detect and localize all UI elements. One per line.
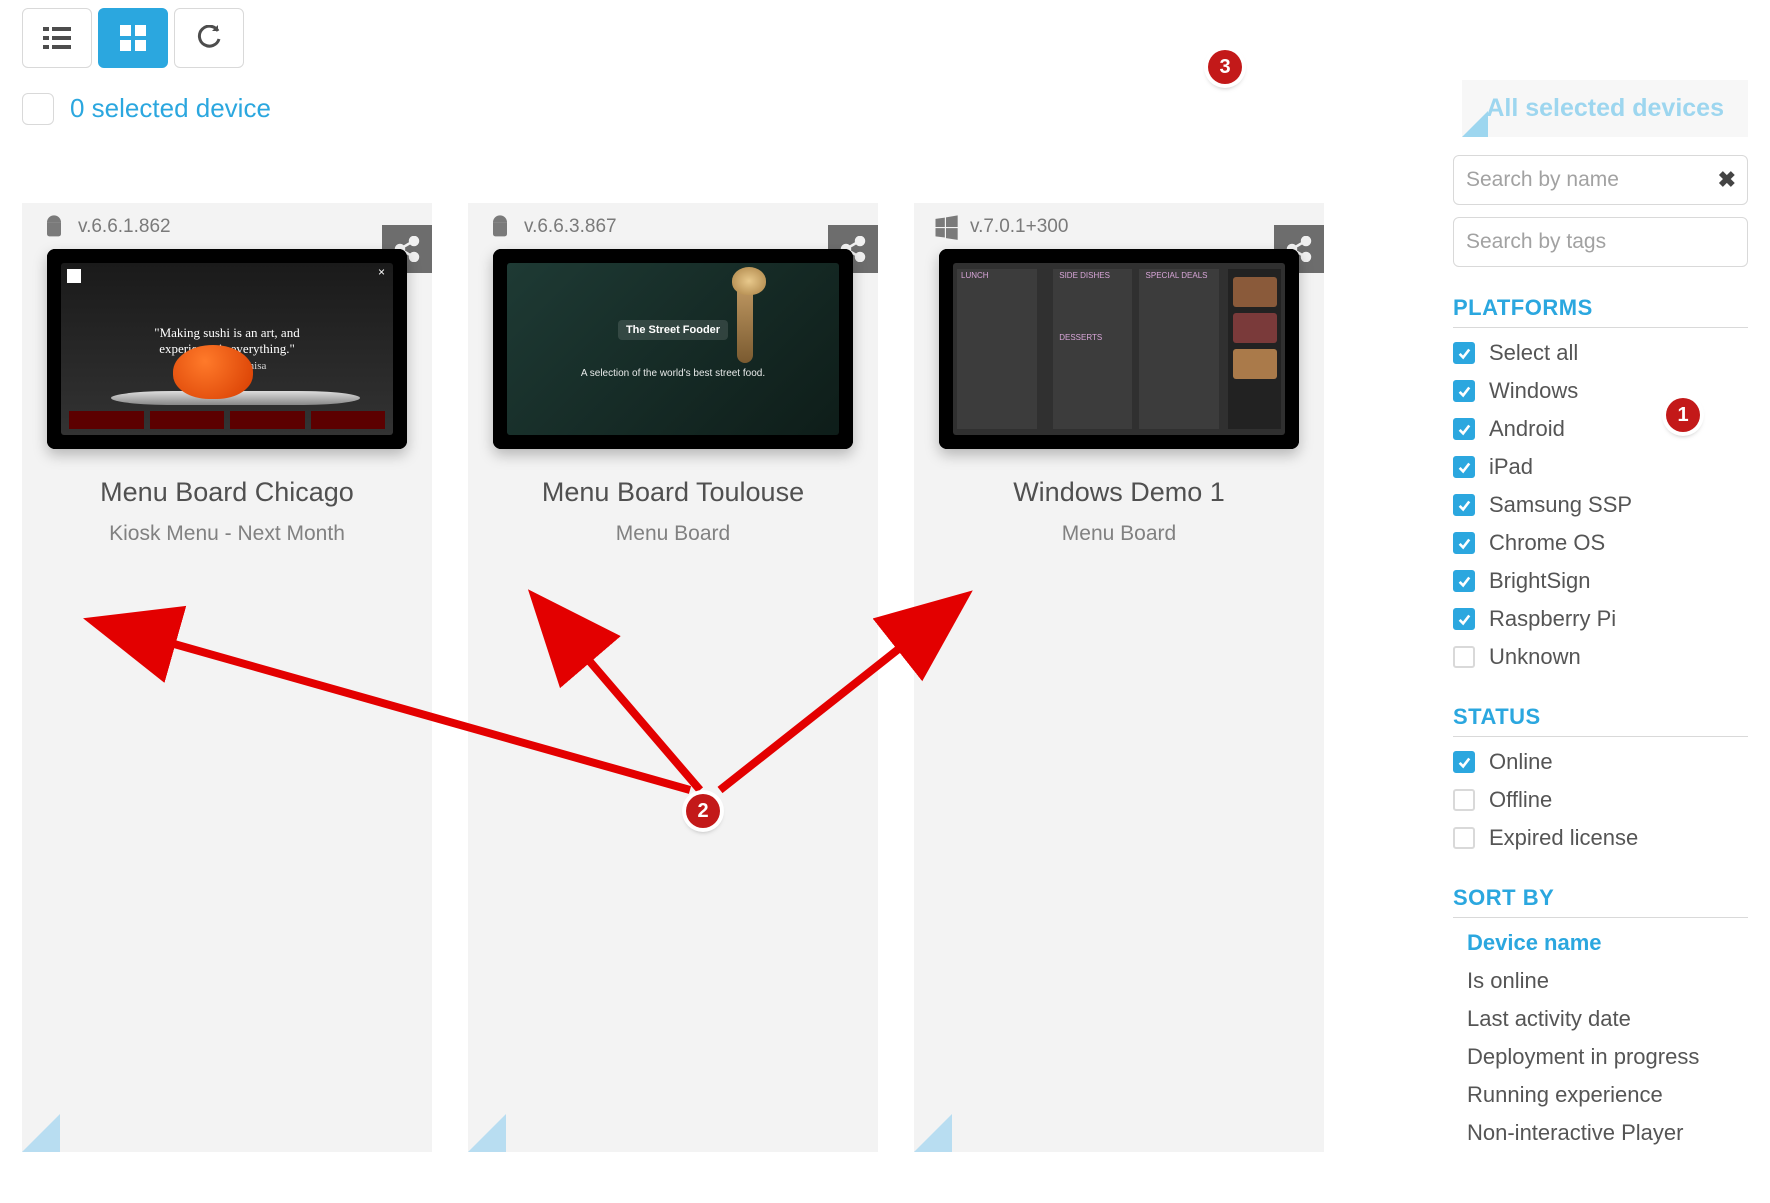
grid-view-button[interactable] — [98, 8, 168, 68]
platform-row[interactable]: Unknown — [1453, 638, 1748, 676]
platform-row[interactable]: Chrome OS — [1453, 524, 1748, 562]
platform-row[interactable]: Samsung SSP — [1453, 486, 1748, 524]
platforms-heading: PLATFORMS — [1453, 295, 1748, 328]
platform-label: Raspberry Pi — [1489, 606, 1616, 632]
status-row[interactable]: Expired license — [1453, 819, 1748, 857]
device-title: Menu Board Chicago — [22, 477, 432, 508]
device-card[interactable]: v.6.6.1.862 × "Making sushi is an art, a… — [22, 203, 432, 1152]
platform-row[interactable]: Windows — [1453, 372, 1748, 410]
all-selected-label: All selected devices — [1486, 94, 1724, 122]
status-label: Offline — [1489, 787, 1552, 813]
refresh-button[interactable] — [174, 8, 244, 68]
checkbox[interactable] — [1453, 380, 1475, 402]
device-card[interactable]: v.7.0.1+300 LUNCH SIDE DISHES SPECIAL DE… — [914, 203, 1324, 1152]
checkbox[interactable] — [1453, 456, 1475, 478]
platform-label: iPad — [1489, 454, 1533, 480]
checkbox[interactable] — [1453, 608, 1475, 630]
clear-search-icon[interactable]: ✖ — [1718, 167, 1736, 193]
sort-option[interactable]: Last activity date — [1453, 1000, 1748, 1038]
device-cards: v.6.6.1.862 × "Making sushi is an art, a… — [22, 155, 1403, 1152]
platform-label: Select all — [1489, 340, 1578, 366]
status-label: Expired license — [1489, 825, 1638, 851]
grid-icon — [120, 25, 146, 51]
sort-option[interactable]: Device name — [1453, 924, 1748, 962]
refresh-icon — [196, 25, 222, 51]
checkbox[interactable] — [1453, 751, 1475, 773]
platform-row[interactable]: Raspberry Pi — [1453, 600, 1748, 638]
platform-row[interactable]: BrightSign — [1453, 562, 1748, 600]
platform-label: Unknown — [1489, 644, 1581, 670]
checkbox[interactable] — [1453, 646, 1475, 668]
selected-count-label: 0 selected device — [70, 93, 271, 124]
sort-option[interactable]: Is online — [1453, 962, 1748, 1000]
platform-label: Chrome OS — [1489, 530, 1605, 556]
search-name-input[interactable] — [1453, 155, 1748, 205]
device-title: Windows Demo 1 — [914, 477, 1324, 508]
device-thumbnail: × "Making sushi is an art, and experienc… — [47, 249, 407, 449]
device-subtitle: Kiosk Menu - Next Month — [22, 522, 432, 546]
status-row[interactable]: Offline — [1453, 781, 1748, 819]
checkbox[interactable] — [1453, 827, 1475, 849]
windows-icon — [932, 213, 960, 241]
device-version: v.7.0.1+300 — [970, 216, 1068, 238]
platform-row[interactable]: Android — [1453, 410, 1748, 448]
all-selected-devices-button[interactable]: All selected devices — [1462, 80, 1748, 137]
checkbox[interactable] — [1453, 342, 1475, 364]
checkbox[interactable] — [1453, 789, 1475, 811]
checkbox[interactable] — [1453, 418, 1475, 440]
platform-label: Samsung SSP — [1489, 492, 1632, 518]
checkbox[interactable] — [1453, 532, 1475, 554]
status-row[interactable]: Online — [1453, 743, 1748, 781]
sort-option[interactable]: Running experience — [1453, 1076, 1748, 1114]
filters-sidebar: ✖ PLATFORMS Select all Windows Android iPad… — [1453, 155, 1748, 1152]
platform-label: BrightSign — [1489, 568, 1591, 594]
status-heading: STATUS — [1453, 704, 1748, 737]
sort-option[interactable]: Non-interactive Player — [1453, 1114, 1748, 1152]
platform-row[interactable]: Select all — [1453, 334, 1748, 372]
platform-label: Windows — [1489, 378, 1578, 404]
platform-row[interactable]: iPad — [1453, 448, 1748, 486]
list-icon — [43, 27, 71, 49]
checkbox[interactable] — [1453, 570, 1475, 592]
device-subtitle: Menu Board — [914, 522, 1324, 546]
android-icon — [486, 213, 514, 241]
sort-option[interactable]: Deployment in progress — [1453, 1038, 1748, 1076]
device-title: Menu Board Toulouse — [468, 477, 878, 508]
list-view-button[interactable] — [22, 8, 92, 68]
device-thumbnail: LUNCH SIDE DISHES SPECIAL DEALS DESSERTS — [939, 249, 1299, 449]
checkbox[interactable] — [1453, 494, 1475, 516]
device-version: v.6.6.1.862 — [78, 216, 171, 238]
device-card[interactable]: v.6.6.3.867 The Street Fooder A selectio… — [468, 203, 878, 1152]
platform-label: Android — [1489, 416, 1565, 442]
view-toolbar — [22, 8, 1748, 68]
select-all-checkbox[interactable] — [22, 93, 54, 125]
status-label: Online — [1489, 749, 1553, 775]
search-tags-input[interactable] — [1453, 217, 1748, 267]
device-subtitle: Menu Board — [468, 522, 878, 546]
device-thumbnail: The Street Fooder A selection of the wor… — [493, 249, 853, 449]
sortby-heading: SORT BY — [1453, 885, 1748, 918]
android-icon — [40, 213, 68, 241]
device-version: v.6.6.3.867 — [524, 216, 617, 238]
